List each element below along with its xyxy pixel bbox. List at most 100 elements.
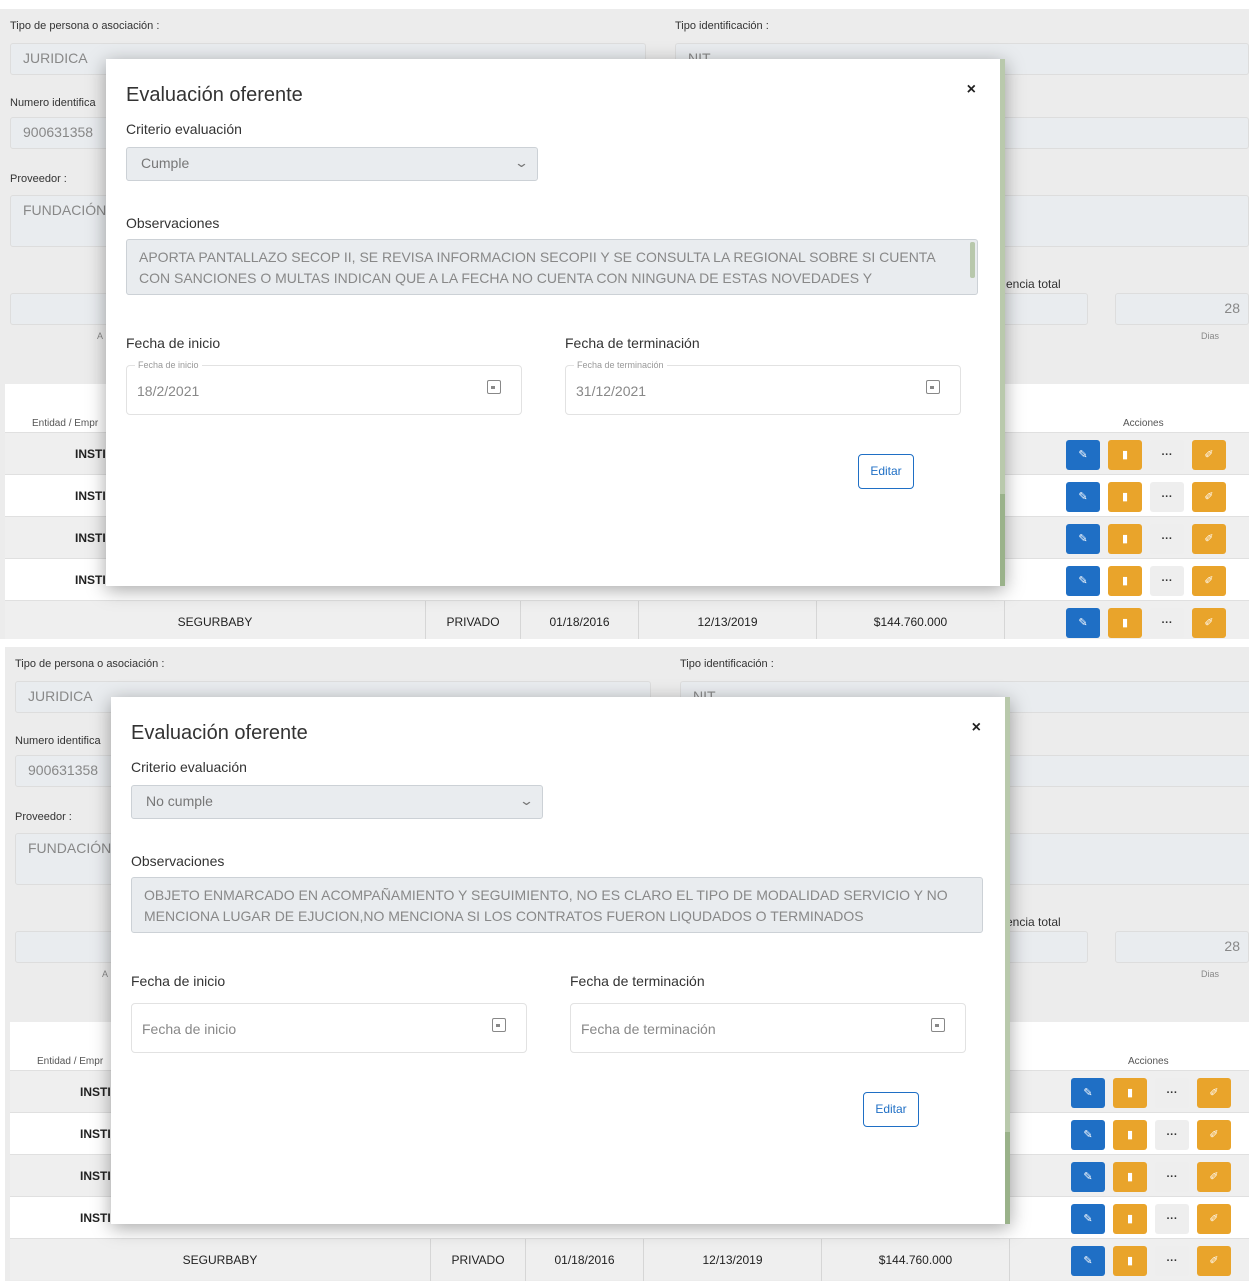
trash-icon[interactable]: ▮ <box>1108 608 1142 638</box>
calendar-icon[interactable] <box>926 380 940 394</box>
criterio-value: Cumple <box>141 155 190 171</box>
observaciones-textarea[interactable]: APORTA PANTALLAZO SECOP II, SE REVISA IN… <box>126 239 978 295</box>
trash-icon[interactable]: ▮ <box>1108 524 1142 554</box>
fecha-inicio-floating-label: Fecha de inicio <box>135 360 202 370</box>
criterio-select[interactable]: No cumple ⌄ <box>131 785 543 819</box>
table-row: SEGURBABY PRIVADO 01/18/2016 12/13/2019 … <box>5 600 1249 639</box>
numero-identificacion-label: Numero identifica <box>15 735 101 747</box>
pencil-icon[interactable]: ✎ <box>1071 1204 1105 1234</box>
trash-icon[interactable]: ▮ <box>1108 482 1142 512</box>
proveedor-side-field[interactable] <box>980 195 1249 247</box>
numero-identificacion-side-field[interactable] <box>980 117 1249 149</box>
textarea-scrollbar[interactable] <box>970 242 975 278</box>
pencil-icon[interactable]: ✎ <box>1071 1078 1105 1108</box>
ellipsis-icon[interactable]: ··· <box>1150 566 1184 596</box>
sector-cell: PRIVADO <box>426 601 521 639</box>
trash-icon[interactable]: ▮ <box>1113 1246 1147 1276</box>
trash-icon[interactable]: ▮ <box>1113 1120 1147 1150</box>
external-edit-icon[interactable]: ✐ <box>1192 608 1226 638</box>
external-edit-icon[interactable]: ✐ <box>1197 1204 1231 1234</box>
trash-icon[interactable]: ▮ <box>1108 440 1142 470</box>
pencil-icon[interactable]: ✎ <box>1066 608 1100 638</box>
anos-label: A <box>102 969 109 979</box>
col-entidad-header: Entidad / Empr <box>32 418 99 429</box>
fecha-inicio-field[interactable]: Fecha de inicio 18/2/2021 <box>126 360 522 415</box>
experiencia-dias-field[interactable]: 28 <box>1115 293 1249 325</box>
ellipsis-icon[interactable]: ··· <box>1155 1204 1189 1234</box>
close-icon[interactable]: × <box>967 81 976 99</box>
col-acciones-header: Acciones <box>1128 1056 1169 1067</box>
external-edit-icon[interactable]: ✐ <box>1197 1078 1231 1108</box>
ellipsis-icon[interactable]: ··· <box>1150 440 1184 470</box>
evaluacion-modal: Evaluación oferente × Criterio evaluació… <box>106 59 1005 586</box>
criterio-select[interactable]: Cumple ⌄ <box>126 147 538 181</box>
experiencia-total-label: encia total <box>1006 915 1061 929</box>
ellipsis-icon[interactable]: ··· <box>1155 1078 1189 1108</box>
experiencia-meses-field[interactable] <box>1000 931 1088 963</box>
observaciones-label: Observaciones <box>126 215 220 231</box>
modal-scrollbar[interactable] <box>1000 59 1005 494</box>
calendar-icon[interactable] <box>931 1018 945 1032</box>
external-edit-icon[interactable]: ✐ <box>1197 1246 1231 1276</box>
ellipsis-icon[interactable]: ··· <box>1155 1246 1189 1276</box>
trash-icon[interactable]: ▮ <box>1108 566 1142 596</box>
entidad-cell: SEGURBABY <box>10 1239 431 1281</box>
table-row: SEGURBABY PRIVADO 01/18/2016 12/13/2019 … <box>10 1238 1249 1281</box>
criterio-value: No cumple <box>146 793 213 809</box>
pencil-icon[interactable]: ✎ <box>1071 1120 1105 1150</box>
criterio-label: Criterio evaluación <box>131 759 247 775</box>
close-icon[interactable]: × <box>972 719 981 737</box>
proveedor-side-field[interactable] <box>985 833 1249 885</box>
ellipsis-icon[interactable]: ··· <box>1150 482 1184 512</box>
pencil-icon[interactable]: ✎ <box>1066 524 1100 554</box>
observaciones-textarea[interactable]: OBJETO ENMARCADO EN ACOMPAÑAMIENTO Y SEG… <box>131 877 983 933</box>
ellipsis-icon[interactable]: ··· <box>1150 524 1184 554</box>
external-edit-icon[interactable]: ✐ <box>1197 1120 1231 1150</box>
trash-icon[interactable]: ▮ <box>1113 1204 1147 1234</box>
fecha-terminacion-field[interactable]: Fecha de terminación 31/12/2021 <box>565 360 961 415</box>
pencil-icon[interactable]: ✎ <box>1066 440 1100 470</box>
fecha-inicio-field[interactable]: Fecha de inicio <box>131 1003 527 1053</box>
fecha-terminacion-field[interactable]: Fecha de terminación <box>570 1003 966 1053</box>
pencil-icon[interactable]: ✎ <box>1071 1162 1105 1192</box>
pencil-icon[interactable]: ✎ <box>1066 482 1100 512</box>
ellipsis-icon[interactable]: ··· <box>1155 1162 1189 1192</box>
pencil-icon[interactable]: ✎ <box>1066 566 1100 596</box>
external-edit-icon[interactable]: ✐ <box>1192 440 1226 470</box>
modal-title: Evaluación oferente <box>131 722 308 744</box>
trash-icon[interactable]: ▮ <box>1113 1078 1147 1108</box>
experiencia-total-label: encia total <box>1006 277 1061 291</box>
ellipsis-icon[interactable]: ··· <box>1155 1120 1189 1150</box>
editar-button[interactable]: Editar <box>858 454 914 489</box>
experiencia-dias-field[interactable]: 28 <box>1115 931 1249 963</box>
experiencia-meses-field[interactable] <box>1000 293 1088 325</box>
tipo-persona-label: Tipo de persona o asociación : <box>10 20 160 32</box>
external-edit-icon[interactable]: ✐ <box>1192 566 1226 596</box>
dias-label: Dias <box>1201 969 1220 979</box>
external-edit-icon[interactable]: ✐ <box>1192 524 1226 554</box>
anos-label: A <box>97 331 104 341</box>
tipo-identificacion-label: Tipo identificación : <box>675 20 769 32</box>
fecha-terminacion-value: 31/12/2021 <box>576 383 647 399</box>
external-edit-icon[interactable]: ✐ <box>1197 1162 1231 1192</box>
chevron-down-icon: ⌄ <box>518 793 535 808</box>
calendar-icon[interactable] <box>487 380 501 394</box>
ellipsis-icon[interactable]: ··· <box>1150 608 1184 638</box>
screenshot-panel-2: Tipo de persona o asociación : JURIDICA … <box>0 647 1249 1281</box>
calendar-icon[interactable] <box>492 1018 506 1032</box>
tipo-identificacion-label: Tipo identificación : <box>680 658 774 670</box>
tipo-persona-label: Tipo de persona o asociación : <box>15 658 165 670</box>
external-edit-icon[interactable]: ✐ <box>1192 482 1226 512</box>
trash-icon[interactable]: ▮ <box>1113 1162 1147 1192</box>
numero-identificacion-side-field[interactable] <box>985 755 1249 787</box>
col-acciones-header: Acciones <box>1123 418 1164 429</box>
fecha-terminacion-floating-label: Fecha de terminación <box>574 360 667 370</box>
pencil-icon[interactable]: ✎ <box>1071 1246 1105 1276</box>
editar-button[interactable]: Editar <box>863 1092 919 1127</box>
observaciones-text: OBJETO ENMARCADO EN ACOMPAÑAMIENTO Y SEG… <box>144 887 948 924</box>
observaciones-label: Observaciones <box>131 853 225 869</box>
valor-cell: $144.760.000 <box>817 601 1005 639</box>
numero-identificacion-label: Numero identifica <box>10 97 96 109</box>
modal-scrollbar[interactable] <box>1005 697 1010 1132</box>
fecha-fin-cell: 12/13/2019 <box>644 1239 822 1281</box>
